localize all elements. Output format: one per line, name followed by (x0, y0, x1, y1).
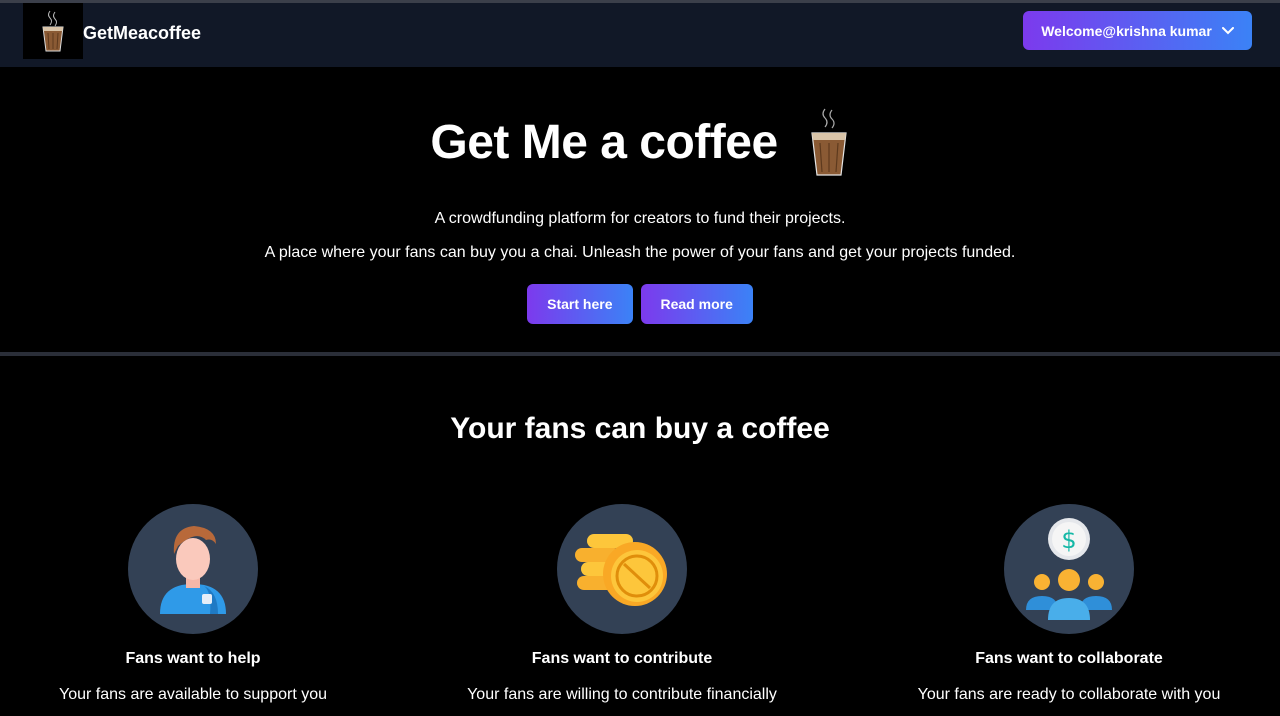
person-icon (160, 526, 226, 614)
user-menu-button[interactable]: Welcome@krishna kumar (1023, 11, 1252, 50)
hero-title: Get Me a coffee (430, 115, 778, 169)
navbar: GetMeacoffee Welcome@krishna kumar (0, 3, 1280, 67)
feature-title: Fans want to help (125, 650, 261, 667)
feature-help: Fans want to help Your fans are availabl… (0, 504, 393, 704)
feature-title: Fans want to contribute (531, 650, 713, 667)
hero-section: Get Me a coffee A crowdfunding platform … (0, 67, 1280, 352)
tea-glass-icon (810, 108, 847, 176)
feature-contribute: Fans want to contribute Your fans are wi… (422, 504, 822, 704)
feature-icon-circle (557, 504, 687, 634)
user-menu-label: Welcome@krishna kumar (1041, 22, 1212, 39)
tea-glass-icon (42, 10, 64, 52)
chevron-down-icon (1221, 26, 1234, 34)
feature-description: Your fans are willing to contribute fina… (467, 686, 777, 703)
hero-tagline: A crowdfunding platform for creators to … (434, 210, 846, 227)
read-more-button[interactable]: Read more (640, 284, 753, 324)
brand-name[interactable]: GetMeacoffee (83, 23, 201, 44)
group-dollar-icon: $ (1026, 518, 1112, 620)
feature-description: Your fans are available to support you (58, 686, 328, 703)
section-divider (0, 352, 1280, 356)
hero-description: A place where your fans can buy you a ch… (264, 244, 1016, 261)
svg-text:$: $ (1061, 526, 1076, 554)
logo[interactable] (23, 3, 83, 59)
start-here-button[interactable]: Start here (527, 284, 633, 324)
feature-icon-circle: $ (1004, 504, 1134, 634)
section-title: Your fans can buy a coffee (450, 412, 830, 445)
feature-icon-circle (128, 504, 258, 634)
feature-title: Fans want to collaborate (975, 650, 1163, 667)
feature-collaborate: $ Fans want to collaborate Your fans are… (869, 504, 1269, 704)
feature-description: Your fans are ready to collaborate with … (917, 686, 1221, 703)
coins-icon (575, 534, 667, 606)
